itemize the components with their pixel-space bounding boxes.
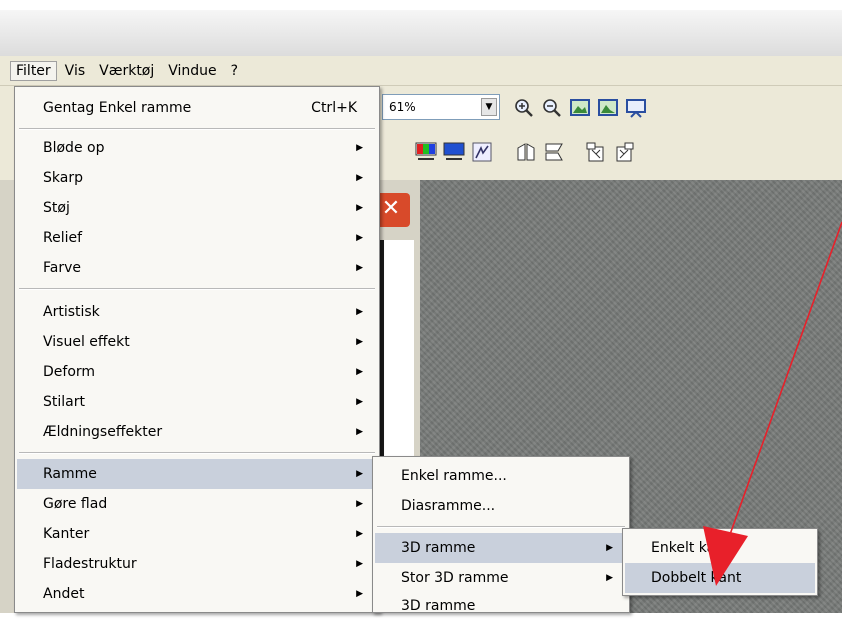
menu-item-enkel-ramme[interactable]: Enkel ramme... [375,461,627,491]
menu-item-label: Skarp [43,170,83,186]
menu-item-artistisk[interactable]: Artistisk ▶ [17,297,377,327]
submenu-arrow-icon: ▶ [356,203,363,213]
brightness-icon[interactable] [442,140,466,164]
ramme-submenu: Enkel ramme... Diasramme... 3D ramme ▶ St… [372,456,630,614]
menu-item-gore-flad[interactable]: Gøre flad ▶ [17,489,377,519]
zoom-value: 61% [389,100,416,114]
menu-item-label: Diasramme... [401,498,496,514]
ramme3d-submenu: Enkelt kant Dobbelt kant [622,528,818,596]
menu-help[interactable]: ? [225,61,244,81]
color-adjust-icon[interactable] [414,140,438,164]
menu-item-label: Ældningseffekter [43,424,163,440]
submenu-arrow-icon: ▶ [356,263,363,273]
menu-item-label: 3D ramme [401,540,476,556]
rotate-right-icon[interactable] [612,140,636,164]
menu-item-label: Enkel ramme... [401,468,507,484]
menu-item-label: 3D ramme [401,598,476,614]
menu-item-label: Ramme [43,466,97,482]
fit-window-icon[interactable] [568,96,592,120]
menu-item-dobbelt-kant[interactable]: Dobbelt kant [625,563,815,593]
flip-vertical-icon[interactable] [542,140,566,164]
menu-item-label: Andet [43,586,85,602]
submenu-arrow-icon: ▶ [356,143,363,153]
submenu-arrow-icon: ▶ [356,367,363,377]
menu-separator [19,288,375,290]
submenu-arrow-icon: ▶ [356,427,363,437]
submenu-arrow-icon: ▶ [356,529,363,539]
menu-separator [377,526,625,528]
rotate-left-icon[interactable] [584,140,608,164]
menu-item-label: Gentag Enkel ramme [43,100,192,116]
menu-item-blode-op[interactable]: Bløde op ▶ [17,133,377,163]
menu-vaerktoj[interactable]: Værktøj [93,61,160,81]
menu-item-stoj[interactable]: Støj ▶ [17,193,377,223]
menu-item-label: Kanter [43,526,90,542]
submenu-arrow-icon: ▶ [356,307,363,317]
menu-item-skarp[interactable]: Skarp ▶ [17,163,377,193]
menu-item-label: Gøre flad [43,496,108,512]
menu-item-stor-3d-ramme[interactable]: Stor 3D ramme ▶ [375,563,627,593]
flip-horizontal-icon[interactable] [514,140,538,164]
menu-vindue[interactable]: Vindue [162,61,222,81]
submenu-arrow-icon: ▶ [606,573,613,583]
window-title-bar [0,0,842,56]
menu-item-aeldningseffekter[interactable]: Ældningseffekter ▶ [17,417,377,447]
menu-item-3d-ramme[interactable]: 3D ramme ▶ [375,533,627,563]
menu-item-deform[interactable]: Deform ▶ [17,357,377,387]
menu-item-label: Stor 3D ramme [401,570,509,586]
menu-item-label: Deform [43,364,96,380]
menu-item-repeat[interactable]: Gentag Enkel ramme Ctrl+K [17,93,377,123]
menu-item-label: Støj [43,200,70,216]
menu-item-diasramme[interactable]: Diasramme... [375,491,627,521]
menu-item-enkelt-kant[interactable]: Enkelt kant [625,533,815,563]
menu-item-fladestruktur[interactable]: Fladestruktur ▶ [17,549,377,579]
menu-bar: Filter Vis Værktøj Vindue ? [0,56,842,86]
chevron-down-icon[interactable]: ▼ [481,98,497,116]
zoom-select[interactable]: 61% ▼ [382,94,500,120]
menu-item-label: Bløde op [43,140,105,156]
menu-item-kanter[interactable]: Kanter ▶ [17,519,377,549]
menu-item-relief[interactable]: Relief ▶ [17,223,377,253]
submenu-arrow-icon: ▶ [356,397,363,407]
menu-item-andet[interactable]: Andet ▶ [17,579,377,609]
submenu-arrow-icon: ▶ [356,173,363,183]
menu-filter[interactable]: Filter [10,60,57,81]
submenu-arrow-icon: ▶ [356,469,363,479]
submenu-arrow-icon: ▶ [606,543,613,553]
menu-item-label: Dobbelt kant [651,570,742,586]
menu-item-3d-ramme-2[interactable]: 3D ramme [375,591,627,621]
menu-item-label: Fladestruktur [43,556,137,572]
submenu-arrow-icon: ▶ [356,559,363,569]
menu-item-visuel-effekt[interactable]: Visuel effekt ▶ [17,327,377,357]
fullscreen-icon[interactable] [624,96,648,120]
menu-separator [19,128,375,130]
actual-size-icon[interactable] [596,96,620,120]
menu-item-label: Farve [43,260,82,276]
menu-item-label: Relief [43,230,83,246]
menu-item-ramme[interactable]: Ramme ▶ [17,459,377,489]
shortcut-label: Ctrl+K [311,100,357,116]
menu-item-label: Visuel effekt [43,334,130,350]
menu-item-label: Artistisk [43,304,100,320]
menu-item-stilart[interactable]: Stilart ▶ [17,387,377,417]
menu-item-farve[interactable]: Farve ▶ [17,253,377,283]
submenu-arrow-icon: ▶ [356,233,363,243]
effects-icon[interactable] [470,140,494,164]
menu-item-label: Stilart [43,394,85,410]
menu-separator [19,452,375,454]
zoom-in-icon[interactable] [512,96,536,120]
menu-vis[interactable]: Vis [59,61,91,81]
menu-item-label: Enkelt kant [651,540,730,556]
submenu-arrow-icon: ▶ [356,589,363,599]
filter-menu: Gentag Enkel ramme Ctrl+K Bløde op ▶ Skar… [14,86,380,613]
submenu-arrow-icon: ▶ [356,499,363,509]
zoom-out-icon[interactable] [540,96,564,120]
submenu-arrow-icon: ▶ [356,337,363,347]
